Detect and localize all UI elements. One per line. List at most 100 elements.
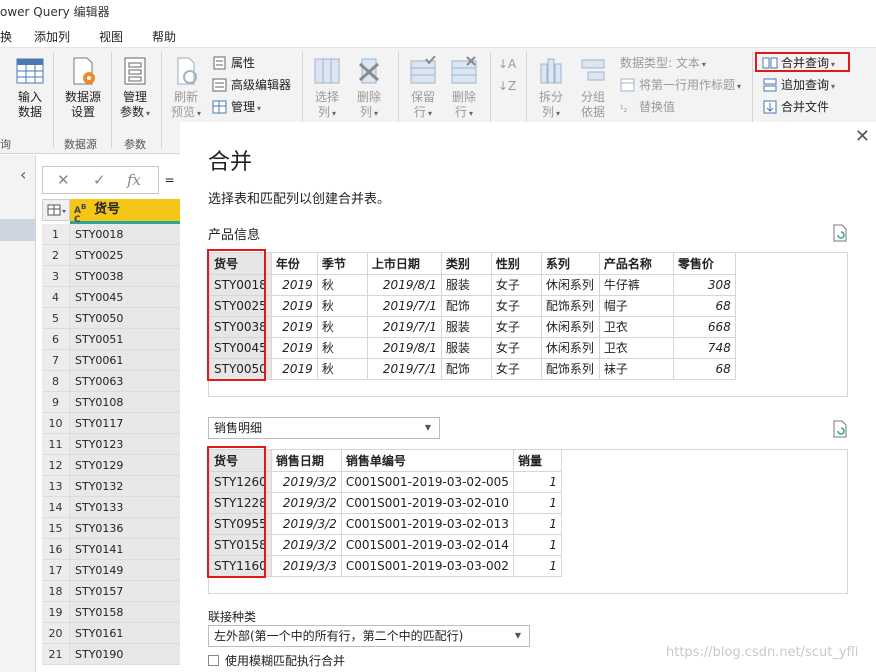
group-by-button[interactable]: 分组 依据 — [576, 56, 610, 120]
grid-cell[interactable]: STY0051 — [70, 329, 180, 350]
table-cell: 2019/3/3 — [270, 554, 342, 577]
append-queries-button[interactable]: 追加查询 ▾ — [762, 75, 835, 95]
grid-row[interactable]: 8 STY0063 — [42, 371, 180, 392]
grid-row[interactable]: 6 STY0051 — [42, 329, 180, 350]
grid-cell[interactable]: STY0149 — [70, 560, 180, 581]
column-header[interactable]: 季节 — [316, 253, 368, 275]
grid-cell[interactable]: STY0117 — [70, 413, 180, 434]
data-source-settings-button[interactable]: 数据源 设置 — [62, 56, 104, 120]
grid-row[interactable]: 9 STY0108 — [42, 392, 180, 413]
manage-parameters-button[interactable]: 管理 参数 ▾ — [116, 56, 154, 121]
grid-row[interactable]: 7 STY0061 — [42, 350, 180, 371]
second-table-select[interactable]: 销售明细 ▼ — [208, 417, 440, 439]
join-kind-select[interactable]: 左外部(第一个中的所有行，第二个中的匹配行) ▼ — [208, 625, 530, 647]
grid-cell[interactable]: STY0157 — [70, 581, 180, 602]
grid-row[interactable]: 1 STY0018 — [42, 224, 180, 245]
sort-ascending-button[interactable]: ↓A — [498, 54, 516, 74]
column-header[interactable]: 产品名称 — [598, 253, 674, 275]
grid-row[interactable]: 19 STY0158 — [42, 602, 180, 623]
grid-row[interactable]: 16 STY0141 — [42, 539, 180, 560]
close-icon[interactable]: ✕ — [855, 126, 870, 147]
grid-cell[interactable]: STY0158 — [70, 602, 180, 623]
replace-values-button[interactable]: ¹₂ 替换值 — [620, 97, 675, 117]
enter-data-button[interactable]: 输入 数据 — [14, 56, 46, 120]
grid-cell[interactable]: STY0063 — [70, 371, 180, 392]
grid-row[interactable]: 3 STY0038 — [42, 266, 180, 287]
grid-row[interactable]: 17 STY0149 — [42, 560, 180, 581]
menu-add-column[interactable]: 添加列 — [34, 28, 70, 45]
refresh-preview-icon[interactable] — [832, 224, 848, 242]
grid-row[interactable]: 14 STY0133 — [42, 497, 180, 518]
collapse-arrow-icon[interactable]: ‹ — [20, 165, 26, 184]
column-header[interactable]: 系列 — [540, 253, 600, 275]
cancel-formula-icon[interactable]: ✕ — [57, 171, 70, 189]
grid-cell[interactable]: STY0161 — [70, 623, 180, 644]
column-header[interactable]: 销量 — [512, 450, 562, 472]
fuzzy-matching-option[interactable]: 使用模糊匹配执行合并 — [208, 652, 345, 669]
use-first-row-as-headers-button[interactable]: 将第一行用作标题 ▾ — [620, 75, 741, 95]
grid-row[interactable]: 11 STY0123 — [42, 434, 180, 455]
grid-row[interactable]: 21 STY0190 — [42, 644, 180, 665]
grid-cell[interactable]: STY0133 — [70, 497, 180, 518]
fuzzy-matching-checkbox[interactable] — [208, 655, 219, 666]
table-menu-icon[interactable] — [42, 199, 70, 221]
remove-rows-button[interactable]: 删除 行 ▾ — [447, 56, 481, 121]
replace-values-label: 替换值 — [639, 100, 676, 114]
keep-rows-button[interactable]: 保留 行 ▾ — [406, 55, 440, 121]
column-header-item-no[interactable]: AB C 货号 — [70, 199, 180, 225]
grid-row[interactable]: 20 STY0161 — [42, 623, 180, 644]
grid-cell[interactable]: STY0136 — [70, 518, 180, 539]
confirm-formula-icon[interactable]: ✓ — [93, 171, 106, 189]
grid-cell[interactable]: STY0061 — [70, 350, 180, 371]
grid-cell[interactable]: STY0045 — [70, 287, 180, 308]
menu-help[interactable]: 帮助 — [152, 28, 176, 45]
menu-view[interactable]: 视图 — [99, 28, 123, 45]
split-column-button[interactable]: 拆分 列 ▾ — [534, 56, 568, 121]
column-header[interactable]: 货号 — [209, 253, 272, 275]
grid-cell[interactable]: STY0025 — [70, 245, 180, 266]
formula-input[interactable]: = — [158, 166, 180, 194]
grid-cell[interactable]: STY0129 — [70, 455, 180, 476]
grid-cell[interactable]: STY0123 — [70, 434, 180, 455]
table-cell: 牛仔裤 — [598, 273, 674, 296]
grid-cell[interactable]: STY0018 — [70, 224, 180, 245]
fx-icon[interactable]: fx — [127, 171, 141, 189]
menu-transform[interactable]: 换 — [0, 28, 12, 45]
grid-row[interactable]: 5 STY0050 — [42, 308, 180, 329]
column-header[interactable]: 年份 — [270, 253, 318, 275]
refresh-preview-icon[interactable] — [832, 420, 848, 438]
grid-cell[interactable]: STY0141 — [70, 539, 180, 560]
grid-row[interactable]: 13 STY0132 — [42, 476, 180, 497]
properties-button[interactable]: 属性 — [212, 53, 255, 73]
grid-cell[interactable]: STY0190 — [70, 644, 180, 665]
grid-cell[interactable]: STY0038 — [70, 266, 180, 287]
sort-descending-button[interactable]: ↓Z — [498, 76, 516, 96]
column-header[interactable]: 性别 — [490, 253, 542, 275]
remove-columns-button[interactable]: 删除 列 ▾ — [352, 56, 386, 121]
column-header[interactable]: 销售单编号 — [340, 450, 514, 472]
grid-cell[interactable]: STY0132 — [70, 476, 180, 497]
grid-row[interactable]: 2 STY0025 — [42, 245, 180, 266]
combine-files-button[interactable]: 合并文件 — [762, 97, 829, 117]
column-header[interactable]: 类别 — [440, 253, 492, 275]
remove-columns-icon — [354, 56, 384, 86]
grid-cell[interactable]: STY0108 — [70, 392, 180, 413]
grid-cell[interactable]: STY0050 — [70, 308, 180, 329]
manage-button[interactable]: 管理 ▾ — [212, 97, 261, 117]
grid-row[interactable]: 10 STY0117 — [42, 413, 180, 434]
grid-row[interactable]: 15 STY0136 — [42, 518, 180, 539]
refresh-preview-button[interactable]: 刷新 预览 ▾ — [168, 56, 204, 121]
column-header[interactable]: 上市日期 — [366, 253, 442, 275]
dropdown-caret-icon: ▾ — [332, 109, 337, 118]
merge-queries-highlight — [755, 52, 850, 72]
selected-query[interactable] — [0, 219, 36, 241]
advanced-editor-button[interactable]: 高级编辑器 — [212, 75, 291, 95]
column-header[interactable]: 货号 — [209, 450, 272, 472]
grid-row[interactable]: 12 STY0129 — [42, 455, 180, 476]
data-type-dropdown[interactable]: 数据类型: 文本 ▾ — [620, 53, 706, 73]
choose-columns-button[interactable]: 选择 列 ▾ — [310, 56, 344, 121]
grid-row[interactable]: 18 STY0157 — [42, 581, 180, 602]
column-header[interactable]: 销售日期 — [270, 450, 342, 472]
grid-row[interactable]: 4 STY0045 — [42, 287, 180, 308]
column-header[interactable]: 零售价 — [672, 253, 736, 275]
